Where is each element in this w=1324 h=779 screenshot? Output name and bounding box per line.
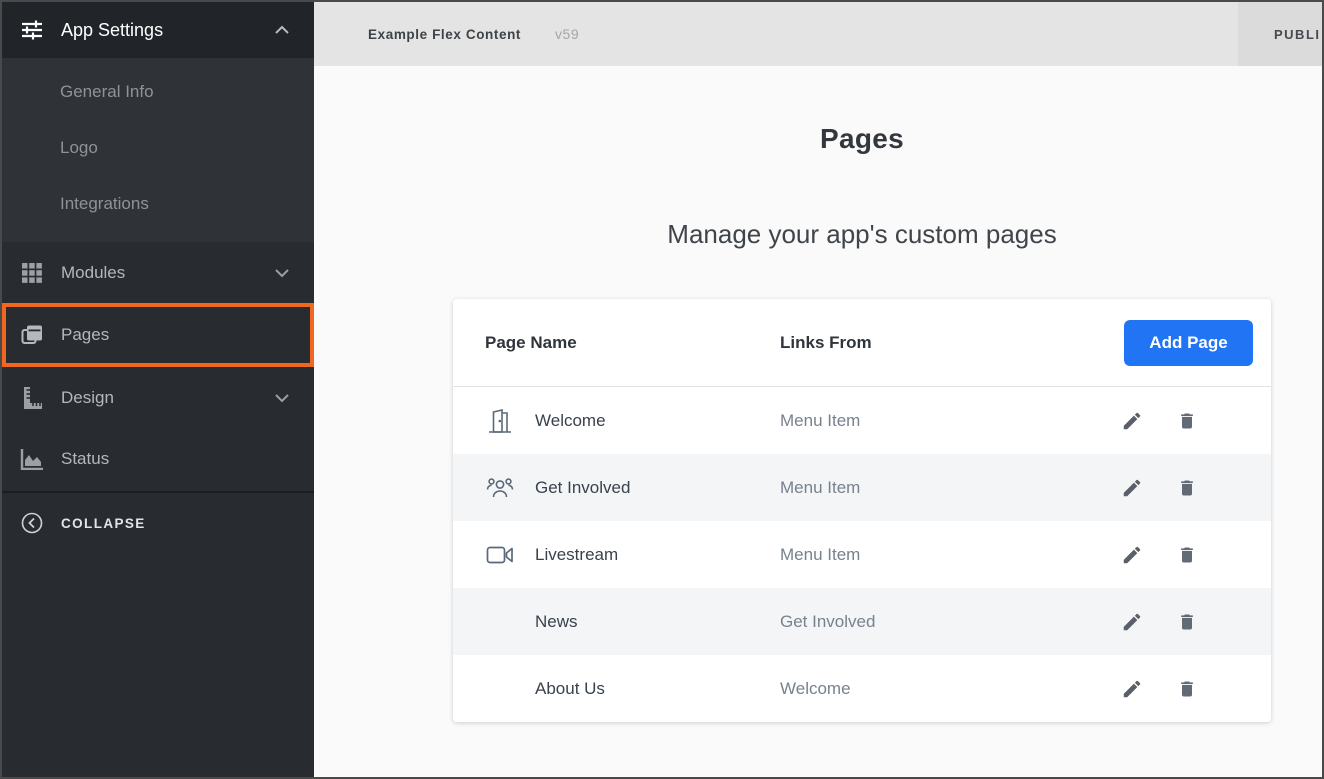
sidebar-item-status[interactable]: Status: [2, 428, 314, 489]
pages-icon: [20, 323, 44, 347]
edit-page-button[interactable]: [1121, 678, 1143, 700]
people-icon: [485, 473, 515, 503]
page-name: Livestream: [535, 545, 618, 565]
delete-page-button[interactable]: [1176, 477, 1198, 499]
sidebar-item-label: Integrations: [60, 194, 149, 214]
app-settings-submenu: General Info Logo Integrations: [2, 58, 314, 242]
edit-page-button[interactable]: [1121, 611, 1143, 633]
main-content: Pages Manage your app's custom pages Pag…: [314, 66, 1322, 777]
sidebar-item-logo[interactable]: Logo: [2, 120, 314, 176]
sidebar-item-pages[interactable]: Pages: [2, 303, 314, 367]
no-icon: [485, 674, 515, 704]
sidebar-item-design[interactable]: Design: [2, 367, 314, 428]
table-row: News Get Involved: [453, 588, 1271, 655]
app-name: Example Flex Content: [368, 27, 521, 42]
pages-table-card: Page Name Links From Add Page: [453, 299, 1271, 722]
column-header-links-from: Links From: [780, 333, 1124, 353]
links-from-value: Menu Item: [780, 478, 1121, 498]
edit-page-button[interactable]: [1121, 544, 1143, 566]
links-from-value: Menu Item: [780, 411, 1121, 431]
sidebar: App Settings General Info Logo Integrati…: [2, 2, 314, 777]
no-icon: [485, 607, 515, 637]
page-name: Get Involved: [535, 478, 630, 498]
circle-chevron-left-icon: [20, 511, 44, 535]
sidebar-item-label: App Settings: [61, 20, 270, 41]
page-title: Pages: [453, 123, 1271, 155]
sliders-icon: [20, 18, 44, 42]
sidebar-item-label: Modules: [61, 263, 270, 283]
page-name: About Us: [535, 679, 605, 699]
chevron-up-icon: [270, 18, 294, 42]
add-page-button[interactable]: Add Page: [1124, 320, 1253, 366]
page-name: Welcome: [535, 411, 606, 431]
area-chart-icon: [20, 447, 44, 471]
door-open-icon: [485, 406, 515, 436]
sidebar-item-app-settings[interactable]: App Settings: [2, 2, 314, 58]
sidebar-item-label: Logo: [60, 138, 98, 158]
publish-button[interactable]: PUBLI: [1238, 2, 1322, 66]
table-row: Welcome Menu Item: [453, 387, 1271, 454]
sidebar-item-modules[interactable]: Modules: [2, 242, 314, 303]
collapse-sidebar-button[interactable]: COLLAPSE: [2, 493, 314, 553]
sidebar-item-label: Status: [61, 449, 294, 469]
column-header-page-name: Page Name: [485, 333, 780, 353]
sidebar-main-nav: Modules Pages: [2, 242, 314, 777]
sidebar-item-label: General Info: [60, 82, 154, 102]
video-camera-icon: [485, 540, 515, 570]
chevron-down-icon: [270, 261, 294, 285]
table-header-row: Page Name Links From Add Page: [453, 299, 1271, 387]
sidebar-item-integrations[interactable]: Integrations: [2, 176, 314, 232]
grid-icon: [20, 261, 44, 285]
table-row: About Us Welcome: [453, 655, 1271, 722]
chevron-down-icon: [270, 386, 294, 410]
delete-page-button[interactable]: [1176, 544, 1198, 566]
edit-page-button[interactable]: [1121, 410, 1143, 432]
delete-page-button[interactable]: [1176, 678, 1198, 700]
sidebar-item-label: Design: [61, 388, 270, 408]
delete-page-button[interactable]: [1176, 611, 1198, 633]
app-window: App Settings General Info Logo Integrati…: [0, 0, 1324, 779]
ruler-icon: [20, 386, 44, 410]
topbar: Example Flex Content v59 PUBLI: [314, 2, 1322, 66]
links-from-value: Get Involved: [780, 612, 1121, 632]
sidebar-item-general-info[interactable]: General Info: [2, 64, 314, 120]
app-version-badge: v59: [555, 26, 579, 42]
edit-page-button[interactable]: [1121, 477, 1143, 499]
links-from-value: Welcome: [780, 679, 1121, 699]
page-subtitle: Manage your app's custom pages: [453, 219, 1271, 250]
table-row: Livestream Menu Item: [453, 521, 1271, 588]
links-from-value: Menu Item: [780, 545, 1121, 565]
delete-page-button[interactable]: [1176, 410, 1198, 432]
page-name: News: [535, 612, 578, 632]
sidebar-item-label: Pages: [61, 325, 290, 345]
collapse-label: COLLAPSE: [61, 516, 146, 531]
table-row: Get Involved Menu Item: [453, 454, 1271, 521]
